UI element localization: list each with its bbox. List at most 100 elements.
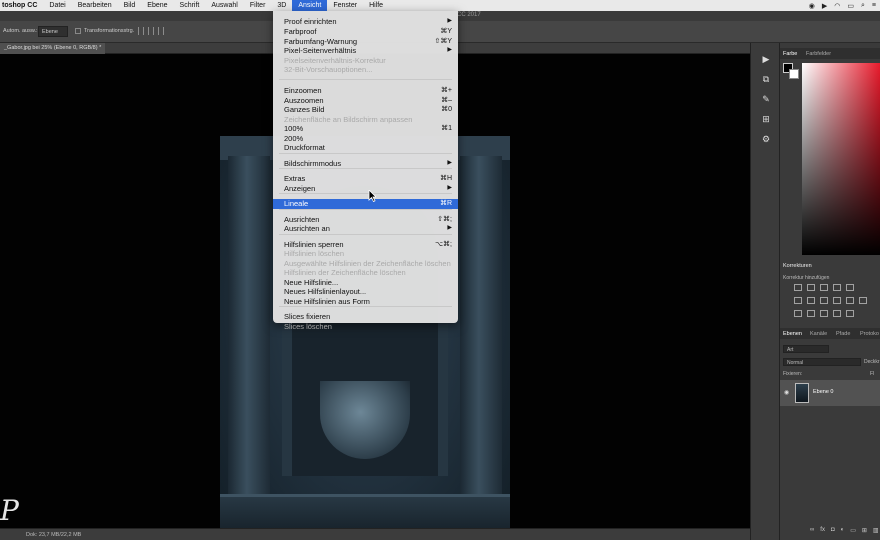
document-info[interactable]: Dok: 23,7 MB/22,2 MB — [26, 532, 81, 538]
menu-ebene[interactable]: Ebene — [141, 0, 173, 11]
menu-item-label: Hilfslinien sperren — [284, 240, 344, 249]
menu-item[interactable]: Ausrichten an ▶ — [273, 224, 458, 234]
menu-schrift[interactable]: Schrift — [174, 0, 206, 11]
properties-icon[interactable]: ⊞ — [760, 113, 772, 125]
tab-farbfelder[interactable]: Farbfelder — [806, 51, 831, 57]
folder-icon[interactable]: ▭ — [850, 527, 856, 534]
adjust-icon[interactable]: ⚙ — [760, 133, 772, 145]
layer-name[interactable]: Ebene 0 — [813, 389, 834, 395]
menu-item[interactable]: Ganzes Bild ⌘0 — [273, 105, 458, 115]
layer-select[interactable]: Ebene — [38, 26, 68, 37]
menu-item[interactable]: Extras ⌘H — [273, 174, 458, 184]
menu-item[interactable]: Farbproof ⌘Y — [273, 27, 458, 37]
menu-item-label: Bildschirmmodus — [284, 159, 342, 168]
lookup-icon[interactable] — [859, 297, 867, 304]
corrections-row-1 — [794, 284, 854, 291]
menu-item-label: Pixelseitenverhältnis-Korrektur — [284, 56, 386, 65]
align-center-icon[interactable] — [148, 27, 154, 35]
selective-color-icon[interactable] — [846, 310, 854, 317]
play-icon[interactable]: ▶ — [760, 53, 772, 65]
menu-fenster[interactable]: Fenster — [327, 0, 363, 11]
menu-item[interactable]: Pixel-Seitenverhältnis ▶ — [273, 46, 458, 56]
menu-3d[interactable]: 3D — [271, 0, 292, 11]
submenu-arrow-icon: ▶ — [447, 18, 452, 24]
menu-auswahl[interactable]: Auswahl — [205, 0, 243, 11]
color-swatches[interactable] — [783, 63, 799, 79]
curves-icon[interactable] — [820, 284, 828, 291]
layer-panel-tabs: Ebenen Kanäle Pfade Protoko — [780, 328, 880, 339]
tab-ebenen[interactable]: Ebenen — [783, 331, 802, 337]
fill-label: Fl — [870, 371, 875, 377]
fx-icon[interactable]: fx — [820, 527, 825, 534]
align-left-icon[interactable] — [138, 27, 144, 35]
color-picker-field[interactable] — [802, 63, 880, 255]
brightness-icon[interactable] — [794, 284, 802, 291]
menu-item-label: Ausrichten an — [284, 224, 330, 233]
adjustment-icon[interactable]: ◐ — [841, 527, 845, 534]
app-name[interactable]: toshop CC — [0, 0, 43, 11]
tab-farbe[interactable]: Farbe — [783, 51, 797, 57]
menu-list-icon[interactable]: ≡ — [872, 2, 876, 9]
menu-filter[interactable]: Filter — [244, 0, 272, 11]
menu-separator — [279, 193, 452, 194]
menu-item-label: Auszoomen — [284, 96, 324, 105]
gradient-map-icon[interactable] — [833, 310, 841, 317]
channel-mixer-icon[interactable] — [846, 297, 854, 304]
menu-ansicht[interactable]: Ansicht — [292, 0, 328, 11]
battery-icon[interactable]: ▭ — [847, 2, 854, 10]
mask-icon[interactable]: ◘ — [831, 527, 835, 534]
tab-protokoll[interactable]: Protoko — [860, 331, 879, 337]
photo-filter-icon[interactable] — [833, 297, 841, 304]
new-layer-icon[interactable]: ⊞ — [862, 527, 867, 534]
menu-item[interactable]: 100% ⌘1 — [273, 124, 458, 134]
layer-row[interactable]: ◉ Ebene 0 — [780, 380, 880, 406]
threshold-icon[interactable] — [820, 310, 828, 317]
menu-item[interactable]: Slices fixieren — [273, 312, 458, 322]
menu-bearbeiten[interactable]: Bearbeiten — [72, 0, 118, 11]
menu-separator — [279, 168, 452, 169]
view-menu-dropdown: Proof einrichten ▶ Farbproof ⌘Y Farbumfang-W… — [273, 11, 458, 331]
menu-item[interactable]: Neues Hilfslinienlayout... — [273, 287, 458, 297]
menu-bild[interactable]: Bild — [118, 0, 142, 11]
layer-filter-select[interactable]: Art — [783, 345, 829, 353]
history-icon[interactable]: ⧉ — [760, 73, 772, 85]
menu-item[interactable]: Druckformat — [273, 143, 458, 153]
app-version: CC 2017 — [457, 12, 481, 18]
menu-item: Hilfslinien löschen — [273, 249, 458, 259]
vibrance-icon[interactable] — [846, 284, 854, 291]
wifi-icon[interactable]: ◠ — [834, 2, 840, 10]
menu-item[interactable]: Lineale ⌘R — [273, 199, 458, 209]
layer-thumbnail — [795, 383, 809, 403]
exposure-icon[interactable] — [833, 284, 841, 291]
eye-icon[interactable]: ◉ — [784, 389, 789, 396]
invert-icon[interactable] — [794, 310, 802, 317]
play-icon[interactable]: ▶ — [822, 2, 827, 10]
menu-separator — [279, 234, 452, 235]
status-bar: Dok: 23,7 MB/22,2 MB — [0, 528, 750, 540]
menu-datei[interactable]: Datei — [43, 0, 71, 11]
trash-icon[interactable]: ▥ — [873, 527, 879, 534]
posterize-icon[interactable] — [807, 310, 815, 317]
align-right-icon[interactable] — [158, 27, 164, 35]
color-balance-icon[interactable] — [807, 297, 815, 304]
hue-icon[interactable] — [794, 297, 802, 304]
opacity-label: Deckkr — [864, 359, 880, 365]
menu-item-label: Slices löschen — [284, 322, 332, 331]
menu-hilfe[interactable]: Hilfe — [363, 0, 389, 11]
brush-icon[interactable]: ✎ — [760, 93, 772, 105]
record-icon[interactable]: ◉ — [809, 2, 815, 10]
search-icon[interactable]: ⌕ — [861, 2, 865, 10]
blend-mode-select[interactable]: Normal — [783, 358, 861, 366]
transform-checkbox[interactable] — [75, 28, 81, 34]
tab-kanaele[interactable]: Kanäle — [810, 331, 827, 337]
link-icon[interactable]: ∞ — [810, 527, 814, 534]
document-tab[interactable]: _Gabor.jpg bei 25% (Ebene 0, RGB/8) * — [0, 43, 106, 54]
menu-item[interactable]: Einzoomen ⌘+ — [273, 86, 458, 96]
menu-separator — [279, 306, 452, 307]
tab-pfade[interactable]: Pfade — [836, 331, 850, 337]
menu-item[interactable]: Proof einrichten ▶ — [273, 17, 458, 27]
cursor-icon — [368, 190, 376, 202]
bw-icon[interactable] — [820, 297, 828, 304]
background-color[interactable] — [789, 69, 799, 79]
levels-icon[interactable] — [807, 284, 815, 291]
